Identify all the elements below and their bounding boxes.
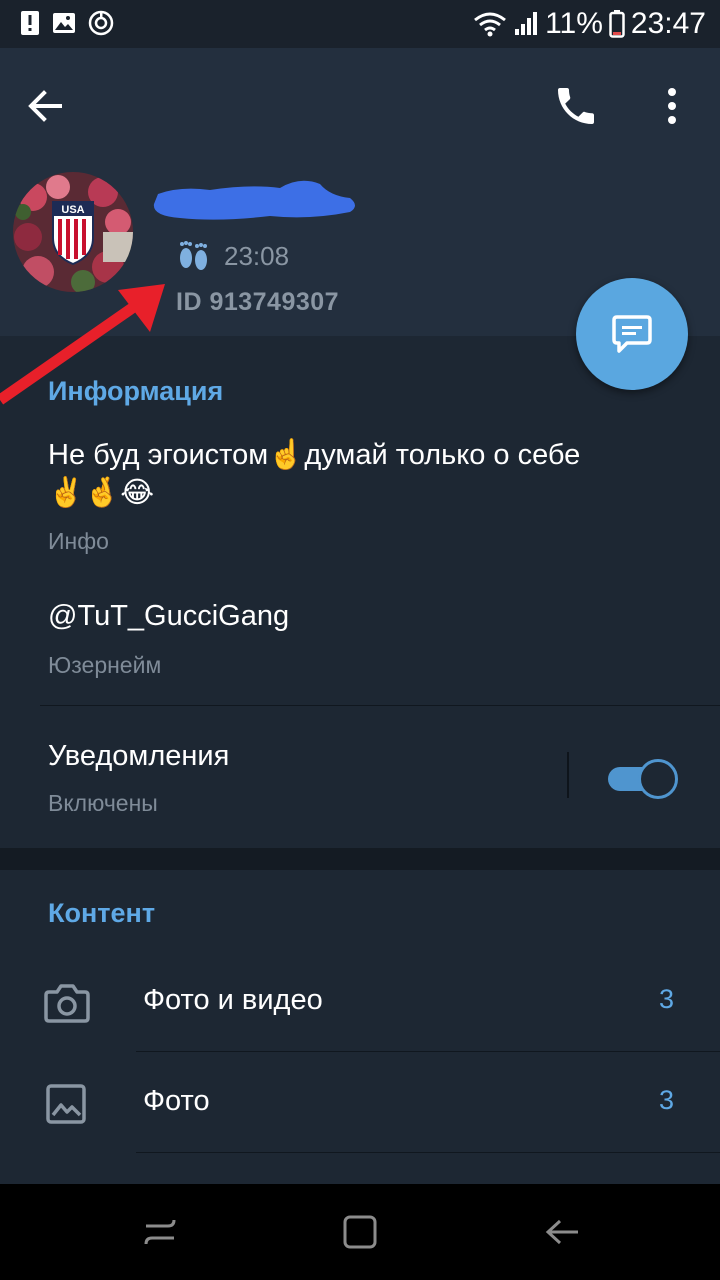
clock: 23:47 (630, 7, 706, 40)
notifications-toggle[interactable] (608, 759, 678, 799)
more-vertical-icon (668, 88, 676, 124)
row-count: 3 (658, 1085, 674, 1115)
row-label: Фото и видео (143, 984, 323, 1016)
nav-back-button[interactable] (542, 1212, 582, 1252)
section-divider (0, 848, 720, 870)
battery-icon (609, 10, 625, 38)
status-bar: 11% 23:47 (0, 0, 720, 48)
battery-percent: 11% (545, 7, 603, 40)
user-id: ID 913749307 (176, 288, 340, 316)
annotation-arrow (0, 284, 165, 405)
wifi-icon (474, 12, 507, 37)
username-caption: Юзернейм (48, 652, 162, 678)
photo-icon (46, 1084, 86, 1124)
call-button[interactable] (552, 82, 600, 130)
message-icon (612, 315, 652, 353)
alert-icon (21, 11, 39, 35)
bio-line-1: Не буд эгоистом☝️думай только о себе (48, 439, 581, 471)
send-message-button[interactable] (576, 278, 688, 390)
svg-text:USA: USA (61, 204, 84, 216)
image-icon (53, 13, 75, 33)
content-section-title: Контент (48, 898, 156, 928)
content-section: Контент Фото и видео 3 Фото 3 (0, 870, 720, 1184)
divider (40, 705, 720, 706)
notifications-title[interactable]: Уведомления (48, 740, 229, 773)
recents-icon (144, 1219, 176, 1245)
bio-caption: Инфо (48, 528, 109, 554)
back-icon (545, 1219, 578, 1245)
row-count: 3 (658, 984, 674, 1014)
system-nav-bar (0, 1184, 720, 1280)
bio-line-2: ✌️🤞😂 (48, 477, 155, 509)
vertical-separator (567, 752, 569, 798)
row-label: Фото (143, 1085, 210, 1117)
media-row-photos[interactable]: Фото 3 (0, 1053, 720, 1153)
media-row-photos-videos[interactable]: Фото и видео 3 (0, 952, 720, 1052)
signal-icon (515, 12, 538, 35)
divider (136, 1152, 720, 1153)
notifications-status: Включены (48, 790, 158, 816)
back-arrow-icon (28, 90, 62, 122)
home-icon (343, 1215, 377, 1249)
camera-icon (44, 984, 90, 1023)
recents-button[interactable] (140, 1212, 180, 1252)
toggle-knob (638, 759, 678, 799)
redacted-name (153, 180, 355, 220)
more-options-button[interactable] (648, 82, 696, 130)
last-seen: 23:08 (176, 240, 289, 272)
username[interactable]: @TuT_GucciGang (48, 600, 289, 633)
bio-text[interactable]: Не буд эгоистом☝️думай только о себе ✌️🤞… (48, 436, 688, 512)
last-seen-time: 23:08 (224, 240, 290, 271)
back-button[interactable] (22, 82, 70, 130)
home-button[interactable] (340, 1212, 380, 1252)
sync-icon (88, 10, 114, 36)
phone-icon (558, 88, 594, 124)
footprints-icon (180, 241, 207, 270)
divider (136, 1051, 720, 1052)
